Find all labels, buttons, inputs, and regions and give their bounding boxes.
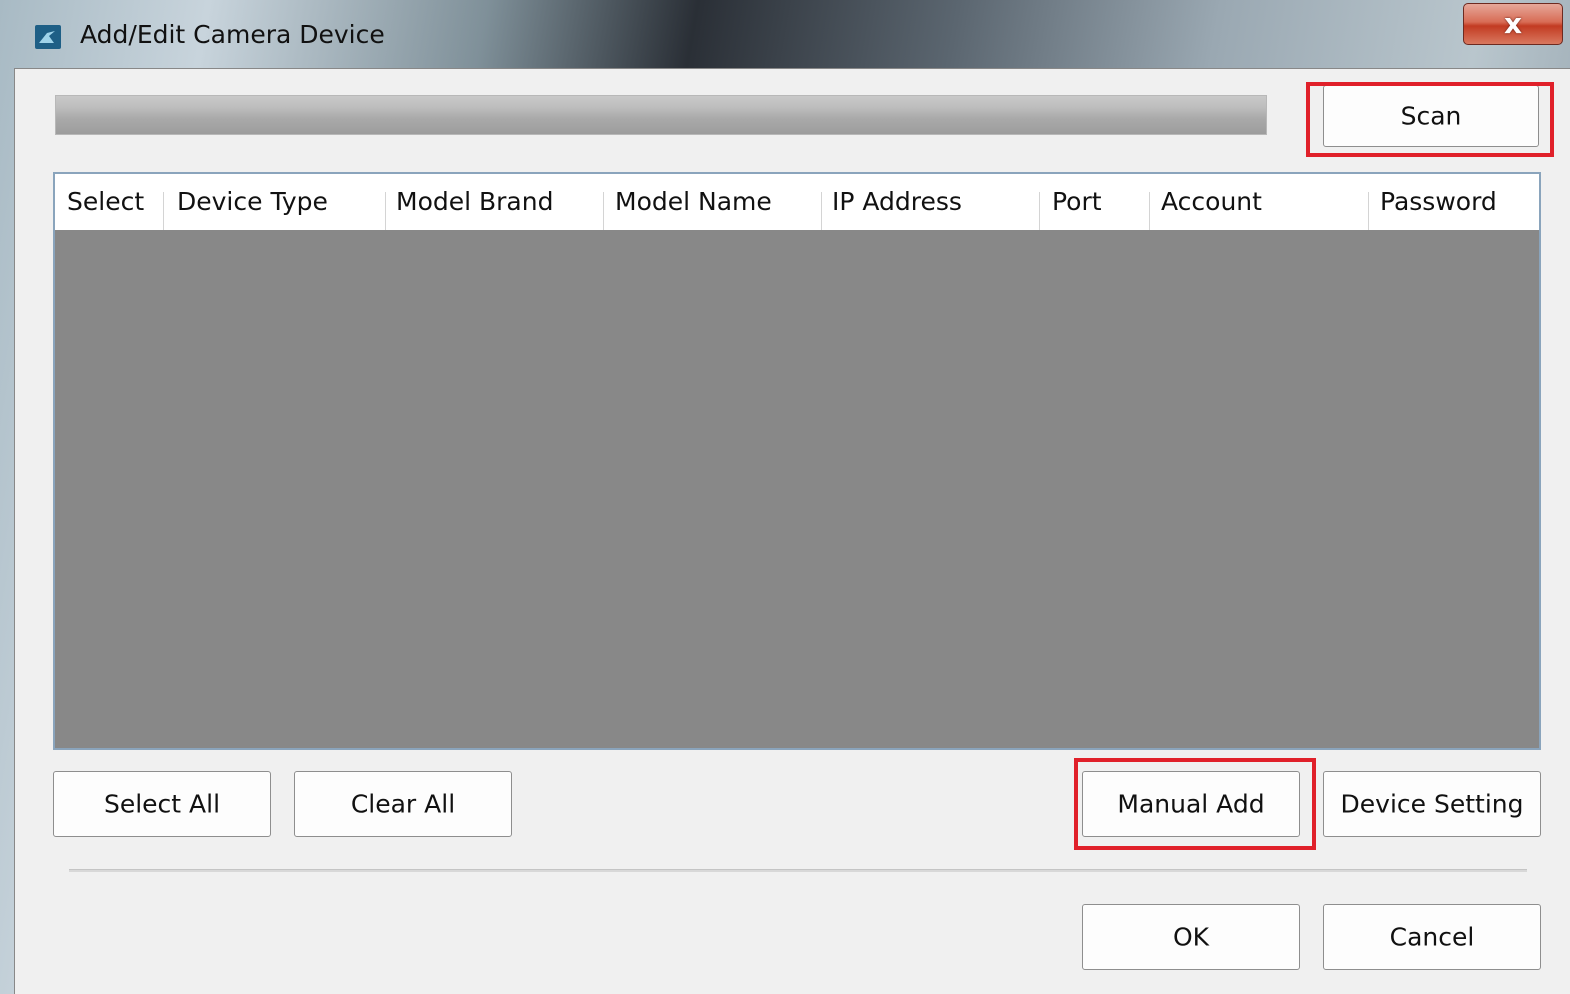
manual-add-highlight xyxy=(1074,758,1316,850)
device-setting-button[interactable]: Device Setting xyxy=(1323,771,1541,837)
column-header-account[interactable]: Account xyxy=(1161,174,1262,230)
scan-progress-bar xyxy=(55,95,1267,135)
column-separator[interactable] xyxy=(163,192,164,230)
title-bar[interactable]: Add/Edit Camera Device x xyxy=(0,0,1570,68)
ok-label: OK xyxy=(1172,922,1210,952)
footer-divider xyxy=(69,869,1527,872)
close-icon: x xyxy=(1503,7,1523,40)
window-title: Add/Edit Camera Device xyxy=(80,20,385,49)
dialog-window: Add/Edit Camera Device x Scan Select Dev… xyxy=(0,0,1570,994)
cancel-label: Cancel xyxy=(1389,922,1475,952)
column-separator[interactable] xyxy=(603,192,604,230)
device-setting-label: Device Setting xyxy=(1340,789,1524,819)
select-all-label: Select All xyxy=(103,789,221,819)
column-header-device-type[interactable]: Device Type xyxy=(177,174,328,230)
scan-button-highlight xyxy=(1306,82,1554,157)
column-header-model-name[interactable]: Model Name xyxy=(615,174,772,230)
column-separator[interactable] xyxy=(385,192,386,230)
column-separator[interactable] xyxy=(1368,192,1369,230)
clear-all-label: Clear All xyxy=(350,789,456,819)
clear-all-button[interactable]: Clear All xyxy=(294,771,512,837)
column-header-select[interactable]: Select xyxy=(67,174,144,230)
column-header-ip-address[interactable]: IP Address xyxy=(832,174,962,230)
column-header-port[interactable]: Port xyxy=(1052,174,1102,230)
camera-app-icon xyxy=(35,25,61,49)
select-all-button[interactable]: Select All xyxy=(53,771,271,837)
column-header-password[interactable]: Password xyxy=(1380,174,1497,230)
column-separator[interactable] xyxy=(1039,192,1040,230)
column-header-model-brand[interactable]: Model Brand xyxy=(396,174,553,230)
column-separator[interactable] xyxy=(1149,192,1150,230)
table-header: Select Device Type Model Brand Model Nam… xyxy=(55,174,1539,230)
dialog-client-area: Scan Select Device Type Model Brand Mode… xyxy=(14,68,1570,994)
ok-button[interactable]: OK xyxy=(1082,904,1300,970)
cancel-button[interactable]: Cancel xyxy=(1323,904,1541,970)
device-table[interactable]: Select Device Type Model Brand Model Nam… xyxy=(53,172,1541,750)
table-body-empty[interactable] xyxy=(55,230,1539,748)
close-button[interactable]: x xyxy=(1463,3,1563,45)
column-separator[interactable] xyxy=(821,192,822,230)
